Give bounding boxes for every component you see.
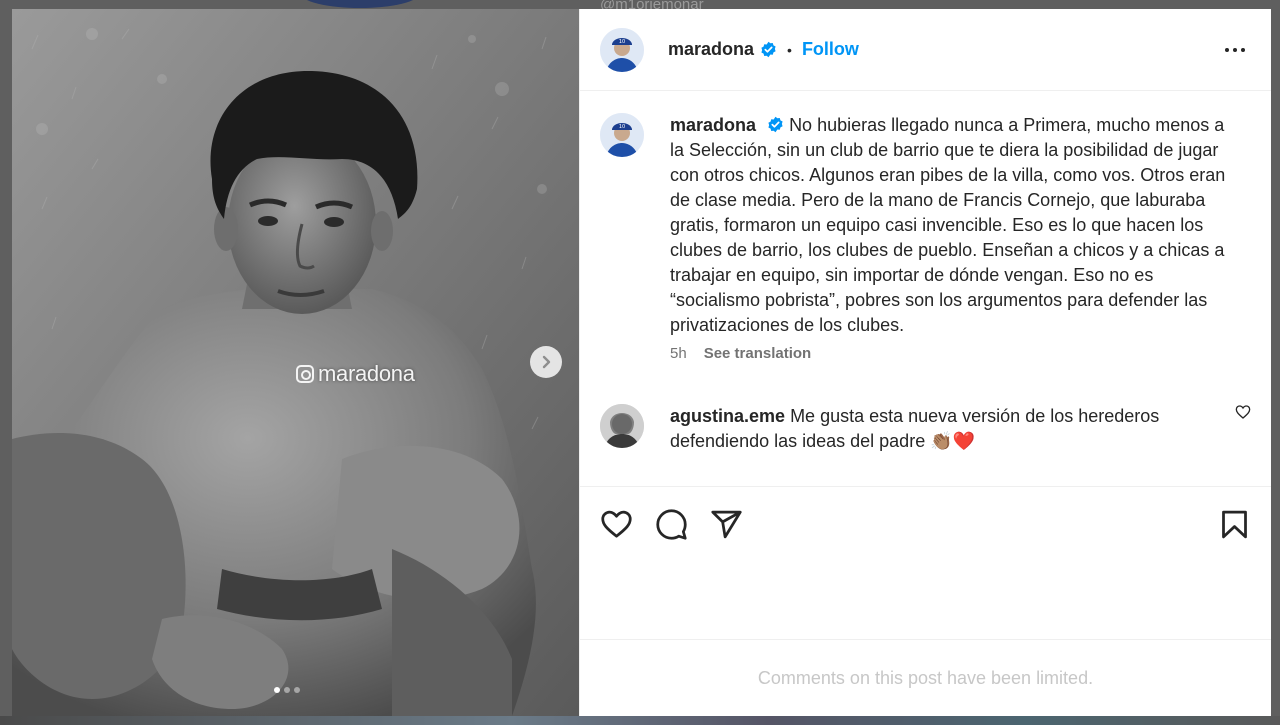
verified-badge-icon xyxy=(767,116,784,133)
caption-text: No hubieras llegado nunca a Primera, muc… xyxy=(670,115,1226,335)
comments-limited-notice: Comments on this post have been limited. xyxy=(757,667,1094,688)
comment-like-heart-icon[interactable] xyxy=(1235,404,1251,425)
comment-body: agustina.eme Me gusta esta nueva versión… xyxy=(670,404,1190,454)
comments-section: 10 maradona No hubieras llegado nunca a … xyxy=(580,91,1271,487)
carousel-dot-active xyxy=(274,687,280,693)
post-timestamp[interactable]: 5h xyxy=(670,345,687,362)
avatar[interactable]: 10 xyxy=(600,27,644,72)
watermark-text: maradona xyxy=(318,361,415,386)
see-translation-link[interactable]: See translation xyxy=(704,345,812,362)
likes-area xyxy=(580,561,1271,640)
carousel-dot xyxy=(294,687,300,693)
profile-picture xyxy=(600,404,644,448)
instagram-glyph-icon xyxy=(296,365,314,383)
post-media[interactable]: maradona xyxy=(12,9,579,716)
heart-icon[interactable] xyxy=(600,508,633,541)
header-separator: • xyxy=(787,41,792,58)
more-options-icon[interactable] xyxy=(1219,34,1251,66)
bookmark-icon[interactable] xyxy=(1218,508,1251,541)
verified-badge-icon xyxy=(760,41,777,58)
profile-picture: 10 xyxy=(600,113,644,157)
caption: 10 maradona No hubieras llegado nunca a … xyxy=(600,113,1251,362)
avatar[interactable] xyxy=(600,404,644,448)
backdrop-bottom-strip xyxy=(0,716,1280,725)
svg-text:10: 10 xyxy=(619,124,625,130)
share-icon[interactable] xyxy=(710,508,743,541)
comment-item: agustina.eme Me gusta esta nueva versión… xyxy=(600,404,1251,454)
header-username[interactable]: maradona xyxy=(668,39,754,60)
caption-text-block: maradona No hubieras llegado nunca a Pri… xyxy=(670,113,1232,338)
action-bar xyxy=(580,487,1271,561)
post-header: 10 maradona • Follow xyxy=(580,9,1271,91)
follow-button[interactable]: Follow xyxy=(802,39,859,60)
svg-text:10: 10 xyxy=(619,39,625,45)
comment-icon[interactable] xyxy=(655,508,688,541)
caption-meta: 5h See translation xyxy=(670,345,1232,362)
backdrop-avatar-fragment xyxy=(300,0,420,8)
profile-picture: 10 xyxy=(600,27,644,72)
post-side-panel: 10 maradona • Follow 10 maradona No hubi… xyxy=(579,9,1271,716)
avatar[interactable]: 10 xyxy=(600,113,644,157)
post-modal: maradona 10 maradona • Follow 10 maradon… xyxy=(12,9,1271,716)
caption-body: maradona No hubieras llegado nunca a Pri… xyxy=(670,113,1232,362)
chevron-right-icon xyxy=(542,355,551,369)
caption-username[interactable]: maradona xyxy=(670,115,756,135)
carousel-next-button[interactable] xyxy=(530,346,562,378)
photo-watermark: maradona xyxy=(296,361,415,387)
comment-username[interactable]: agustina.eme xyxy=(670,406,785,426)
carousel-indicator xyxy=(274,687,300,693)
carousel-dot xyxy=(284,687,290,693)
